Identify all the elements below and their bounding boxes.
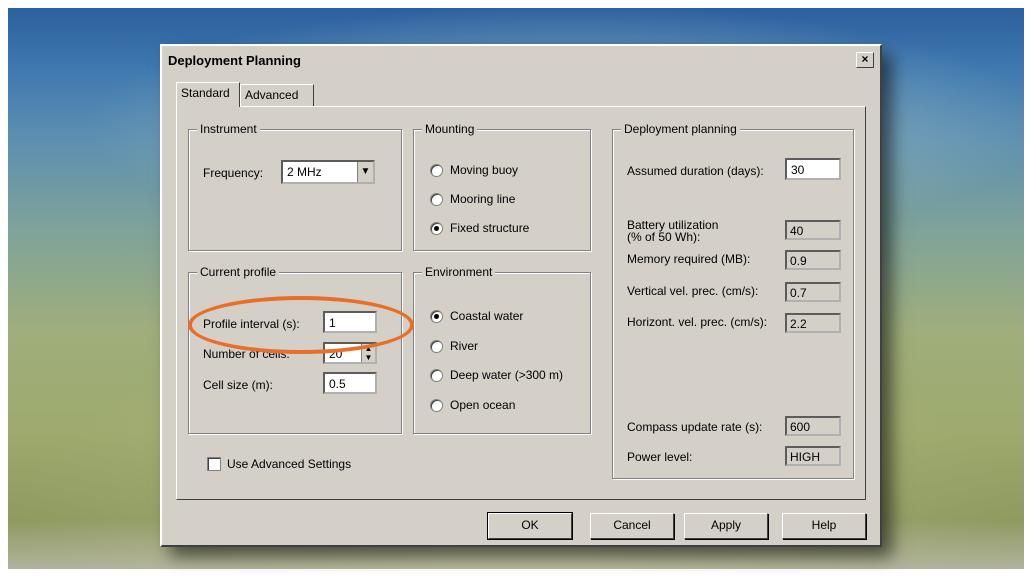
apply-button[interactable]: Apply (684, 513, 768, 539)
radio-coastal-water[interactable] (430, 310, 443, 323)
mounting-group-label: Mounting (422, 122, 478, 136)
tab-advanced[interactable]: Advanced (240, 84, 314, 106)
horizontal-precision-value: 2.2 (785, 313, 841, 333)
radio-moving-buoy[interactable] (430, 164, 443, 177)
moving-buoy-label: Moving buoy (450, 163, 519, 177)
battery-utilization-sublabel: (% of 50 Wh): (627, 230, 701, 244)
radio-open-ocean[interactable] (430, 399, 443, 412)
power-level-label: Power level: (627, 450, 693, 464)
close-icon: × (861, 52, 869, 66)
ok-button[interactable]: OK (487, 512, 573, 540)
memory-required-value: 0.9 (785, 250, 841, 270)
vertical-precision-value: 0.7 (785, 282, 841, 302)
river-label: River (450, 339, 479, 353)
assumed-duration-label: Assumed duration (days): (627, 164, 764, 178)
instrument-group: Instrument Frequency: 2 MHz ▼ (188, 122, 402, 251)
cell-size-label: Cell size (m): (203, 378, 274, 392)
radio-fixed-structure[interactable] (430, 222, 443, 235)
vertical-precision-label: Vertical vel. prec. (cm/s): (627, 284, 759, 298)
coastal-water-label: Coastal water (450, 309, 524, 323)
tab-standard[interactable]: Standard (176, 82, 240, 107)
close-button[interactable]: × (856, 52, 874, 68)
deployment-planning-group: Deployment planning Assumed duration (da… (612, 122, 854, 479)
compass-update-value: 600 (785, 416, 841, 436)
radio-mooring-line[interactable] (430, 193, 443, 206)
use-advanced-settings-label: Use Advanced Settings (227, 457, 352, 471)
battery-utilization-value: 40 (785, 220, 841, 240)
instrument-group-label: Instrument (197, 122, 260, 136)
annotation-highlight-ellipse (188, 296, 414, 354)
memory-required-label: Memory required (MB): (627, 252, 751, 266)
deployment-planning-group-label: Deployment planning (621, 122, 740, 136)
frequency-value: 2 MHz (287, 165, 322, 179)
current-profile-group-label: Current profile (197, 265, 280, 279)
assumed-duration-input[interactable]: 30 (785, 158, 841, 180)
use-advanced-settings-checkbox[interactable] (207, 457, 221, 471)
power-level-value: HIGH (785, 446, 841, 466)
radio-river[interactable] (430, 340, 443, 353)
help-button[interactable]: Help (782, 513, 866, 539)
right-border (1024, 0, 1032, 577)
compass-update-label: Compass update rate (s): (627, 420, 763, 434)
dialog-title: Deployment Planning (168, 53, 301, 68)
fixed-structure-label: Fixed structure (450, 221, 530, 235)
open-ocean-label: Open ocean (450, 398, 516, 412)
title-bar[interactable]: Deployment Planning × (164, 48, 878, 72)
bottom-border (0, 569, 1032, 577)
frequency-select[interactable]: 2 MHz ▼ (281, 160, 375, 184)
environment-group-label: Environment (422, 265, 496, 279)
horizontal-precision-label: Horizont. vel. prec. (cm/s): (627, 315, 768, 329)
cell-size-value: 0.5 (329, 377, 346, 391)
assumed-duration-value: 30 (791, 163, 805, 177)
mooring-line-label: Mooring line (450, 192, 516, 206)
deployment-planning-dialog: Deployment Planning × Standard Advanced … (160, 44, 882, 547)
radio-deep-water[interactable] (430, 369, 443, 382)
frequency-label: Frequency: (203, 166, 264, 180)
mounting-group: Mounting Moving buoy Mooring line Fixed … (413, 122, 591, 251)
cell-size-input[interactable]: 0.5 (323, 372, 377, 394)
cancel-button[interactable]: Cancel (590, 513, 674, 539)
chevron-down-icon[interactable]: ▼ (357, 162, 373, 182)
deep-water-label: Deep water (>300 m) (450, 368, 564, 382)
environment-group: Environment Coastal water River Deep wat… (413, 265, 591, 434)
left-border (0, 0, 8, 577)
